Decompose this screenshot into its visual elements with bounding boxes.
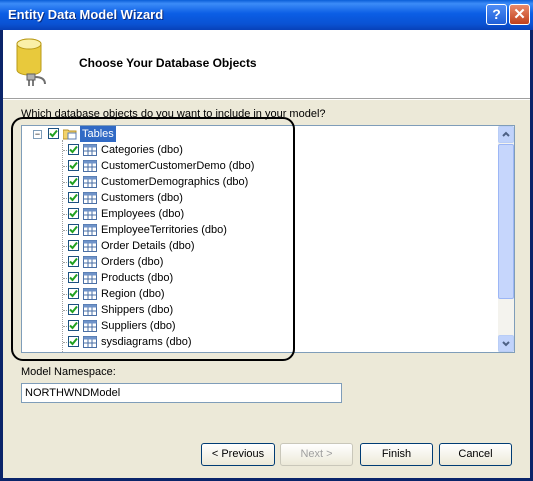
table-checkbox[interactable] — [68, 160, 79, 171]
wizard-header: Choose Your Database Objects — [3, 30, 530, 99]
close-icon: ✕ — [513, 6, 526, 23]
table-item[interactable]: CustomerCustomerDemo (dbo) — [22, 158, 492, 174]
scroll-up-button[interactable] — [498, 126, 514, 143]
table-label: Shippers (dbo) — [101, 304, 174, 316]
table-icon — [83, 160, 97, 172]
chevron-up-icon — [502, 131, 510, 137]
table-label: CustomerDemographics (dbo) — [101, 176, 249, 188]
namespace-label: Model Namespace: — [21, 366, 116, 378]
database-objects-tree[interactable]: − Tables Categories (dbo) CustomerCustome… — [21, 125, 515, 353]
check-icon — [69, 273, 78, 282]
table-item[interactable]: Customers (dbo) — [22, 190, 492, 206]
table-checkbox[interactable] — [68, 176, 79, 187]
close-button[interactable]: ✕ — [509, 4, 530, 25]
scroll-thumb[interactable] — [498, 144, 514, 299]
table-icon — [83, 256, 97, 268]
table-icon — [83, 176, 97, 188]
table-checkbox[interactable] — [68, 256, 79, 267]
finish-button[interactable]: Finish — [360, 443, 433, 466]
model-namespace-input[interactable] — [21, 383, 342, 403]
window-title: Entity Data Model Wizard — [8, 7, 164, 22]
table-label: Region (dbo) — [101, 288, 165, 300]
check-icon — [69, 177, 78, 186]
table-label: Orders (dbo) — [101, 256, 164, 268]
table-label: Employees (dbo) — [101, 208, 185, 220]
table-icon — [83, 144, 97, 156]
check-icon — [69, 193, 78, 202]
table-item[interactable]: Orders (dbo) — [22, 254, 492, 270]
tree-root-tables[interactable]: Tables — [22, 126, 492, 142]
table-checkbox[interactable] — [68, 192, 79, 203]
table-item[interactable]: EmployeeTerritories (dbo) — [22, 222, 492, 238]
tree-scrollbar[interactable] — [498, 126, 514, 352]
table-label: CustomerCustomerDemo (dbo) — [101, 160, 255, 172]
table-label: Customers (dbo) — [101, 192, 183, 204]
table-icon — [83, 320, 97, 332]
table-item[interactable]: Suppliers (dbo) — [22, 318, 492, 334]
table-checkbox[interactable] — [68, 272, 79, 283]
table-label: sysdiagrams (dbo) — [101, 336, 192, 348]
table-icon — [83, 288, 97, 300]
table-icon — [83, 240, 97, 252]
check-icon — [69, 257, 78, 266]
check-icon — [69, 145, 78, 154]
table-item[interactable]: Categories (dbo) — [22, 142, 492, 158]
check-icon — [69, 161, 78, 170]
tree-content: − Tables Categories (dbo) CustomerCustome… — [22, 126, 498, 352]
table-checkbox[interactable] — [68, 304, 79, 315]
table-item[interactable]: Shippers (dbo) — [22, 302, 492, 318]
table-item[interactable]: CustomerDemographics (dbo) — [22, 174, 492, 190]
help-button[interactable]: ? — [486, 4, 507, 25]
table-label: Order Details (dbo) — [101, 240, 195, 252]
table-label: Categories (dbo) — [101, 144, 183, 156]
wizard-body: Choose Your Database Objects Which datab… — [3, 30, 530, 478]
scroll-down-button[interactable] — [498, 335, 514, 352]
table-icon — [83, 208, 97, 220]
table-item[interactable]: Products (dbo) — [22, 270, 492, 286]
table-item[interactable]: Order Details (dbo) — [22, 238, 492, 254]
folder-icon — [63, 129, 77, 140]
wizard-window: Entity Data Model Wizard ? ✕ Choose Your… — [0, 0, 533, 481]
check-icon — [69, 225, 78, 234]
table-icon — [83, 224, 97, 236]
check-icon — [69, 337, 78, 346]
check-icon — [69, 241, 78, 250]
table-icon — [83, 192, 97, 204]
table-checkbox[interactable] — [68, 144, 79, 155]
table-icon — [83, 304, 97, 316]
table-item[interactable]: Region (dbo) — [22, 286, 492, 302]
tables-checkbox[interactable] — [48, 128, 59, 139]
table-icon — [83, 272, 97, 284]
table-label: Suppliers (dbo) — [101, 320, 176, 332]
table-checkbox[interactable] — [68, 320, 79, 331]
cancel-button[interactable]: Cancel — [439, 443, 512, 466]
database-icon — [16, 38, 46, 86]
page-title: Choose Your Database Objects — [79, 56, 257, 70]
table-checkbox[interactable] — [68, 336, 79, 347]
chevron-down-icon — [502, 341, 510, 347]
title-bar[interactable]: Entity Data Model Wizard ? ✕ — [0, 0, 533, 30]
tables-label: Tables — [80, 126, 116, 142]
previous-button[interactable]: < Previous — [201, 443, 275, 466]
table-item[interactable]: Employees (dbo) — [22, 206, 492, 222]
objects-prompt: Which database objects do you want to in… — [21, 108, 326, 120]
table-checkbox[interactable] — [68, 208, 79, 219]
table-label: EmployeeTerritories (dbo) — [101, 224, 227, 236]
check-icon — [49, 129, 58, 138]
help-icon: ? — [492, 6, 501, 22]
table-item[interactable]: sysdiagrams (dbo) — [22, 334, 492, 350]
next-button[interactable]: Next > — [280, 443, 353, 466]
table-icon — [83, 336, 97, 348]
check-icon — [69, 305, 78, 314]
check-icon — [69, 209, 78, 218]
check-icon — [69, 321, 78, 330]
table-checkbox[interactable] — [68, 240, 79, 251]
table-label: Products (dbo) — [101, 272, 174, 284]
table-checkbox[interactable] — [68, 288, 79, 299]
check-icon — [69, 289, 78, 298]
table-checkbox[interactable] — [68, 224, 79, 235]
